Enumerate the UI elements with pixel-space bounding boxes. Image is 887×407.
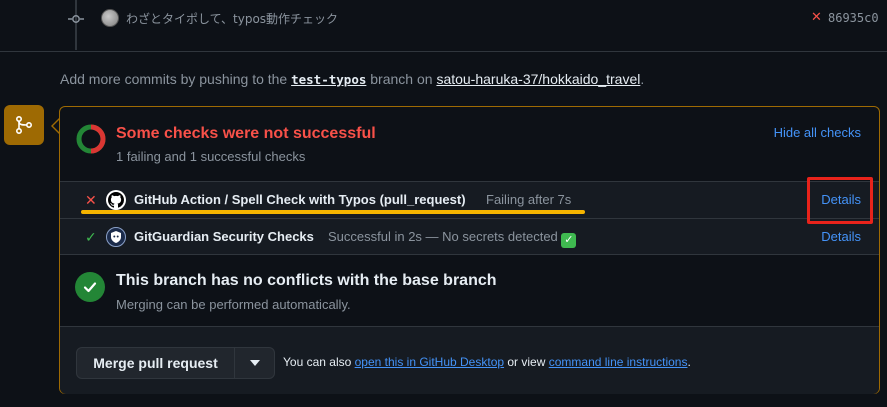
check-circle-icon	[75, 272, 105, 302]
add-more-prefix: Add more commits by pushing to the	[60, 71, 292, 87]
check-row-typos: ✕ GitHub Action / Spell Check with Typos…	[60, 181, 879, 218]
pull-request-merge-panel: わざとタイポして、typos動作チェック ✕ 86935c0 Add more …	[0, 0, 887, 407]
merge-hint: You can also open this in GitHub Desktop…	[283, 355, 691, 369]
checks-title: Some checks were not successful	[116, 125, 376, 142]
hint-prefix: You can also	[283, 355, 355, 369]
checks-header: Some checks were not successful 1 failin…	[60, 107, 879, 181]
hint-middle: or view	[504, 355, 549, 369]
github-logo-icon[interactable]	[106, 190, 126, 210]
check-name: GitHub Action / Spell Check with Typos (…	[134, 192, 466, 207]
add-more-suffix: .	[640, 71, 645, 87]
x-icon[interactable]: ✕	[811, 9, 822, 25]
avatar[interactable]	[101, 9, 119, 27]
no-conflicts-section: This branch has no conflicts with the ba…	[60, 255, 879, 325]
merge-actions: Merge pull request You can also open thi…	[60, 326, 879, 394]
conflicts-title: This branch has no conflicts with the ba…	[116, 272, 497, 289]
commit-icon	[68, 12, 84, 26]
merge-method-dropdown[interactable]	[235, 347, 275, 379]
checks-subtitle: 1 failing and 1 successful checks	[116, 149, 306, 164]
commit-row: わざとタイポして、typos動作チェック ✕ 86935c0	[0, 0, 887, 36]
merge-pull-request-button[interactable]: Merge pull request	[76, 347, 235, 379]
check-name: GitGuardian Security Checks	[134, 229, 314, 244]
hint-suffix: .	[687, 355, 691, 369]
git-merge-icon	[4, 105, 44, 145]
command-line-instructions-link[interactable]: command line instructions	[549, 355, 688, 369]
check-icon: ✓	[85, 229, 97, 245]
add-more-middle: branch on	[366, 71, 437, 87]
details-link[interactable]: Details	[821, 229, 861, 244]
gitguardian-logo-icon[interactable]	[106, 227, 126, 247]
hide-all-checks-link[interactable]: Hide all checks	[774, 125, 861, 140]
check-description-text: Successful in 2s — No secrets detected	[328, 229, 558, 244]
caret-down-icon	[249, 360, 260, 366]
repo-link[interactable]: satou-haruka-37/hokkaido_travel	[436, 71, 640, 87]
check-description: Successful in 2s — No secrets detected ✓	[328, 229, 577, 248]
check-description: Failing after 7s	[486, 192, 572, 207]
open-in-desktop-link[interactable]: open this in GitHub Desktop	[355, 355, 504, 369]
checks-donut-icon	[76, 124, 106, 154]
x-icon: ✕	[85, 192, 97, 208]
check-row-gitguardian: ✓ GitGuardian Security Checks Successful…	[60, 218, 879, 255]
merge-box: Some checks were not successful 1 failin…	[59, 106, 880, 394]
details-link[interactable]: Details	[821, 192, 861, 207]
add-more-commits-text: Add more commits by pushing to the test-…	[60, 71, 644, 87]
branch-name[interactable]: test-typos	[291, 72, 366, 87]
divider	[0, 51, 887, 52]
check-mark-emoji-icon: ✓	[561, 233, 577, 248]
commit-message[interactable]: わざとタイポして、typos動作チェック	[126, 10, 338, 27]
conflicts-subtitle: Merging can be performed automatically.	[116, 297, 351, 312]
commit-sha[interactable]: 86935c0	[828, 11, 879, 25]
